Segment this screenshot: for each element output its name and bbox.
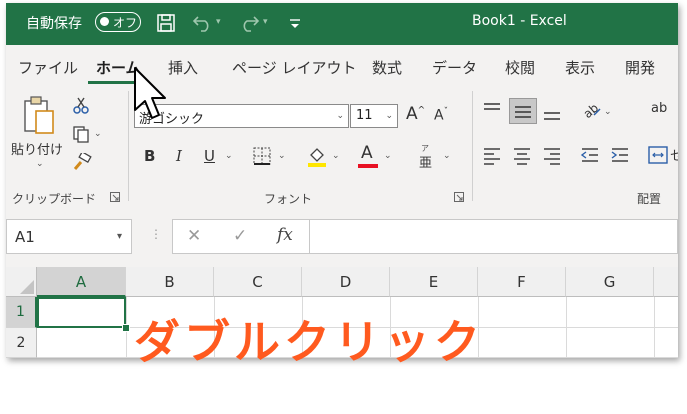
excel-window: 自動保存 オフ ▾ ▾ Book1 - Excel ファイル ホーム 挿入 ペー… (6, 3, 678, 358)
font-name-dropdown-icon[interactable]: ⌄ (336, 111, 344, 121)
bold-button[interactable]: B (144, 147, 155, 165)
font-size-combo[interactable]: 11 ⌄ (350, 104, 398, 128)
column-header-d[interactable]: D (302, 267, 390, 297)
tab-file[interactable]: ファイル (18, 57, 78, 78)
orientation-icon[interactable]: ab (580, 99, 602, 119)
decrease-indent-icon[interactable] (580, 145, 600, 165)
undo-icon[interactable] (192, 13, 214, 33)
middle-align-icon (515, 106, 531, 118)
underline-dropdown-icon[interactable]: ⌄ (225, 151, 233, 161)
clipboard-launcher-icon[interactable] (110, 192, 120, 202)
formula-bar: A1 ▾ ⋮ ✕ ✓ fx (6, 205, 678, 267)
tab-formulas[interactable]: 数式 (372, 57, 402, 78)
column-header-h-partial[interactable] (654, 267, 678, 297)
col-gridline (566, 297, 567, 358)
customize-qat-icon[interactable] (288, 17, 302, 31)
merge-center-icon[interactable] (648, 145, 668, 165)
align-center-icon[interactable] (512, 145, 532, 165)
undo-dropdown-icon[interactable]: ▾ (216, 17, 221, 27)
col-gridline (654, 297, 655, 358)
font-color-dropdown-icon[interactable]: ⌄ (384, 151, 392, 161)
align-left-icon[interactable] (482, 145, 502, 165)
font-size-value: 11 (356, 108, 373, 123)
toggle-knob (100, 17, 109, 26)
fill-color-icon[interactable] (306, 145, 328, 167)
redo-icon[interactable] (238, 13, 260, 33)
title-bar: 自動保存 オフ ▾ ▾ Book1 - Excel (6, 3, 678, 45)
paste-icon[interactable] (22, 95, 56, 135)
cancel-icon[interactable]: ✕ (187, 226, 201, 246)
orientation-dropdown-icon[interactable]: ⌄ (604, 107, 612, 117)
align-right-icon[interactable] (542, 145, 562, 165)
mouse-pointer-icon (134, 67, 166, 119)
tab-developer[interactable]: 開発 (625, 57, 655, 78)
column-header-c[interactable]: C (214, 267, 302, 297)
name-box[interactable]: A1 ▾ (6, 219, 132, 254)
name-box-value: A1 (15, 228, 35, 246)
autosave-toggle[interactable]: オフ (95, 12, 141, 32)
column-header-f[interactable]: F (478, 267, 566, 297)
tab-insert[interactable]: 挿入 (168, 57, 198, 78)
fill-color-dropdown-icon[interactable]: ⌄ (332, 151, 340, 161)
formula-buttons: ✕ ✓ fx (172, 219, 310, 254)
tab-page-layout[interactable]: ページ レイアウト (232, 57, 356, 78)
tab-data[interactable]: データ (432, 57, 477, 78)
font-launcher-icon[interactable] (454, 192, 464, 202)
save-icon[interactable] (156, 13, 176, 33)
format-painter-icon[interactable] (72, 153, 92, 171)
autosave-label: 自動保存 (26, 16, 82, 32)
select-all-icon (20, 280, 34, 294)
tab-review[interactable]: 校閲 (505, 57, 535, 78)
merge-center-label-partial[interactable]: セ (670, 145, 678, 164)
name-box-dropdown-icon[interactable]: ▾ (117, 231, 122, 242)
select-all-button[interactable] (6, 267, 37, 297)
copy-dropdown-icon[interactable]: ⌄ (94, 129, 102, 139)
cut-icon[interactable] (72, 97, 90, 115)
borders-icon[interactable] (253, 147, 271, 165)
column-header-e[interactable]: E (390, 267, 478, 297)
middle-align-button[interactable] (509, 98, 537, 124)
font-size-dropdown-icon[interactable]: ⌄ (385, 111, 393, 121)
ribbon-tabs: ファイル ホーム 挿入 ページ レイアウト 数式 データ 校閲 表示 開発 (6, 45, 678, 87)
paste-dropdown-icon[interactable]: ⌄ (36, 159, 44, 169)
column-header-b[interactable]: B (126, 267, 214, 297)
underline-button[interactable]: U (204, 147, 215, 165)
column-header-g[interactable]: G (566, 267, 654, 297)
increase-indent-icon[interactable] (610, 145, 630, 165)
active-cell-a1[interactable] (37, 297, 126, 328)
ribbon-home: 貼り付け ⌄ ⌄ クリップボード 游ゴシック ⌄ 11 ⌄ A^ Aˇ B I … (6, 87, 678, 206)
column-header-a[interactable]: A (37, 267, 126, 297)
row-header-2[interactable]: 2 (6, 328, 37, 358)
enter-icon[interactable]: ✓ (233, 226, 247, 246)
formula-bar-grip-icon[interactable]: ⋮ (150, 227, 162, 241)
svg-text:ab: ab (581, 101, 601, 119)
bottom-align-icon[interactable] (542, 103, 562, 123)
formula-input[interactable] (310, 219, 678, 254)
wrap-text-icon[interactable]: ab (651, 101, 667, 116)
font-color-icon[interactable]: A (358, 143, 378, 169)
fill-handle[interactable] (122, 324, 130, 332)
shrink-font-icon[interactable]: Aˇ (434, 107, 448, 124)
double-click-annotation: ダブルクリック (134, 315, 484, 369)
top-align-icon[interactable] (482, 101, 502, 119)
window-title: Book1 - Excel (472, 13, 567, 29)
furigana-icon[interactable]: ア 亜 (418, 144, 438, 171)
row-header-1[interactable]: 1 (6, 297, 37, 328)
tab-view[interactable]: 表示 (565, 57, 595, 78)
borders-dropdown-icon[interactable]: ⌄ (278, 151, 286, 161)
italic-button[interactable]: I (176, 147, 182, 165)
group-separator (472, 91, 473, 201)
autosave-state: オフ (113, 16, 138, 30)
grow-font-icon[interactable]: A^ (406, 104, 425, 124)
furigana-dropdown-icon[interactable]: ⌄ (443, 151, 451, 161)
group-separator (128, 91, 129, 201)
insert-function-icon[interactable]: fx (277, 225, 293, 245)
copy-icon[interactable] (72, 125, 90, 143)
redo-dropdown-icon[interactable]: ▾ (263, 17, 268, 27)
paste-label[interactable]: 貼り付け (11, 139, 63, 158)
